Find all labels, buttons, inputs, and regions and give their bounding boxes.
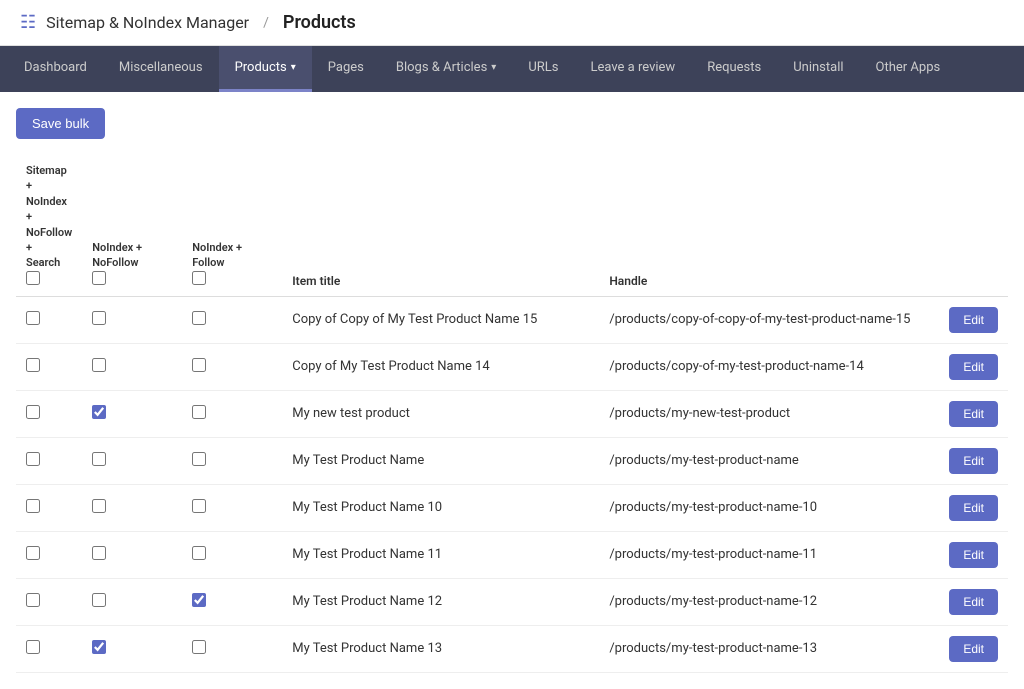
table-row: My new test product/products/my-new-test…	[16, 390, 1008, 437]
select-all-col2[interactable]	[92, 271, 106, 285]
nav-bar: Dashboard Miscellaneous Products ▾ Pages…	[0, 46, 1024, 92]
row-3-col2-checkbox[interactable]	[92, 452, 106, 466]
blogs-chevron-icon: ▾	[491, 62, 496, 73]
products-chevron-icon: ▾	[291, 62, 296, 73]
row-6-edit-button[interactable]: Edit	[949, 589, 998, 615]
row-item-title: My Test Product Name 12	[282, 578, 599, 625]
table-row: My Test Product Name 13/products/my-test…	[16, 625, 1008, 672]
row-3-col1-checkbox[interactable]	[26, 452, 40, 466]
header-separator: /	[263, 15, 269, 31]
row-handle: /products/my-test-product-name-12	[599, 578, 939, 625]
row-2-col3-checkbox[interactable]	[192, 405, 206, 419]
row-4-col2-checkbox[interactable]	[92, 499, 106, 513]
row-2-col1-checkbox[interactable]	[26, 405, 40, 419]
row-item-title: My Test Product Name 13	[282, 625, 599, 672]
row-5-edit-button[interactable]: Edit	[949, 542, 998, 568]
row-5-col1-checkbox[interactable]	[26, 546, 40, 560]
table-row: My Test Product Name 10/products/my-test…	[16, 484, 1008, 531]
app-icon: ☷	[20, 12, 36, 33]
row-handle: /products/my-test-product-name-11	[599, 531, 939, 578]
nav-item-uninstall[interactable]: Uninstall	[777, 46, 859, 92]
row-handle: /products/my-test-product-name-13	[599, 625, 939, 672]
row-2-edit-button[interactable]: Edit	[949, 401, 998, 427]
nav-item-blogs[interactable]: Blogs & Articles ▾	[380, 46, 512, 92]
nav-item-leave-review[interactable]: Leave a review	[574, 46, 691, 92]
row-handle: /products/copy-of-copy-of-my-test-produc…	[599, 296, 939, 343]
table-row: Copy of My Test Product Name 14/products…	[16, 343, 1008, 390]
nav-item-other-apps[interactable]: Other Apps	[860, 46, 957, 92]
row-7-col2-checkbox[interactable]	[92, 640, 106, 654]
col-header-sitemap: Sitemap +NoIndex +NoFollow +Search	[16, 155, 82, 296]
row-1-col3-checkbox[interactable]	[192, 358, 206, 372]
main-content: Save bulk Sitemap +NoIndex +NoFollow +Se…	[0, 92, 1024, 689]
products-table: Sitemap +NoIndex +NoFollow +Search NoInd…	[16, 155, 1008, 673]
col-header-handle: Handle	[599, 155, 939, 296]
col-header-action	[939, 155, 1008, 296]
row-0-col2-checkbox[interactable]	[92, 311, 106, 325]
row-3-col3-checkbox[interactable]	[192, 452, 206, 466]
row-7-col3-checkbox[interactable]	[192, 640, 206, 654]
row-1-edit-button[interactable]: Edit	[949, 354, 998, 380]
row-item-title: My Test Product Name	[282, 437, 599, 484]
row-item-title: My Test Product Name 11	[282, 531, 599, 578]
col-header-item-title: Item title	[282, 155, 599, 296]
row-7-edit-button[interactable]: Edit	[949, 636, 998, 662]
row-0-col1-checkbox[interactable]	[26, 311, 40, 325]
select-all-col3[interactable]	[192, 271, 206, 285]
row-6-col3-checkbox[interactable]	[192, 593, 206, 607]
row-item-title: My Test Product Name 10	[282, 484, 599, 531]
row-4-edit-button[interactable]: Edit	[949, 495, 998, 521]
app-title: Sitemap & NoIndex Manager	[46, 13, 249, 32]
row-0-col3-checkbox[interactable]	[192, 311, 206, 325]
row-handle: /products/my-test-product-name-10	[599, 484, 939, 531]
row-2-col2-checkbox[interactable]	[92, 405, 106, 419]
row-1-col2-checkbox[interactable]	[92, 358, 106, 372]
nav-item-pages[interactable]: Pages	[312, 46, 380, 92]
row-7-col1-checkbox[interactable]	[26, 640, 40, 654]
col-header-noindex-nofollow: NoIndex +NoFollow	[82, 155, 182, 296]
row-handle: /products/my-test-product-name	[599, 437, 939, 484]
row-handle: /products/my-new-test-product	[599, 390, 939, 437]
row-5-col2-checkbox[interactable]	[92, 546, 106, 560]
nav-item-requests[interactable]: Requests	[691, 46, 777, 92]
page-title: Products	[283, 12, 356, 33]
row-item-title: Copy of My Test Product Name 14	[282, 343, 599, 390]
table-row: My Test Product Name 11/products/my-test…	[16, 531, 1008, 578]
row-handle: /products/copy-of-my-test-product-name-1…	[599, 343, 939, 390]
table-row: My Test Product Name/products/my-test-pr…	[16, 437, 1008, 484]
row-6-col1-checkbox[interactable]	[26, 593, 40, 607]
row-item-title: My new test product	[282, 390, 599, 437]
row-0-edit-button[interactable]: Edit	[949, 307, 998, 333]
col-header-noindex-follow: NoIndex +Follow	[182, 155, 282, 296]
app-header: ☷ Sitemap & NoIndex Manager / Products	[0, 0, 1024, 46]
row-3-edit-button[interactable]: Edit	[949, 448, 998, 474]
row-item-title: Copy of Copy of My Test Product Name 15	[282, 296, 599, 343]
row-4-col3-checkbox[interactable]	[192, 499, 206, 513]
nav-item-dashboard[interactable]: Dashboard	[8, 46, 103, 92]
nav-item-products[interactable]: Products ▾	[219, 46, 312, 92]
save-bulk-button[interactable]: Save bulk	[16, 108, 105, 139]
row-5-col3-checkbox[interactable]	[192, 546, 206, 560]
row-6-col2-checkbox[interactable]	[92, 593, 106, 607]
nav-item-urls[interactable]: URLs	[512, 46, 574, 92]
table-row: My Test Product Name 12/products/my-test…	[16, 578, 1008, 625]
row-4-col1-checkbox[interactable]	[26, 499, 40, 513]
nav-item-miscellaneous[interactable]: Miscellaneous	[103, 46, 219, 92]
select-all-col1[interactable]	[26, 271, 40, 285]
table-row: Copy of Copy of My Test Product Name 15/…	[16, 296, 1008, 343]
row-1-col1-checkbox[interactable]	[26, 358, 40, 372]
